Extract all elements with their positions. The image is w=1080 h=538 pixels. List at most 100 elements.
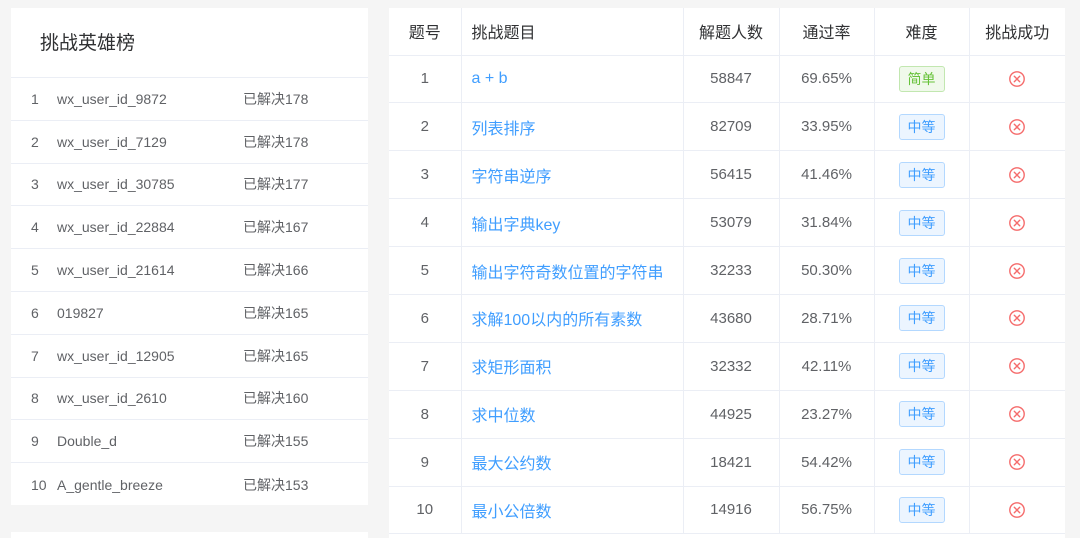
leaderboard-solved-count: 已解决178 [243, 90, 309, 107]
problem-solvers: 32233 [683, 246, 780, 295]
problem-title-link[interactable]: 求矩形面积 [472, 360, 552, 377]
problem-success-cell [969, 198, 1065, 248]
x-circle-icon [1009, 214, 1026, 231]
problem-pass-rate: 56.75% [779, 486, 875, 535]
problem-title-cell: a + b [461, 55, 684, 104]
x-circle-icon [1009, 502, 1026, 518]
problem-difficulty-cell: 中等 [874, 102, 970, 152]
leaderboard-row[interactable]: 10 A_gentle_breeze 已解决153 [11, 463, 368, 506]
leaderboard-row[interactable]: 9 Double_d 已解决155 [11, 420, 368, 464]
problem-title-cell: 字符串逆序 [461, 150, 684, 200]
problem-difficulty-cell: 简单 [874, 55, 970, 104]
problem-title-link[interactable]: a + b [472, 70, 508, 87]
leaderboard-footer-panel [11, 532, 368, 538]
problem-title-link[interactable]: 字符串逆序 [472, 169, 552, 186]
leaderboard-username[interactable]: wx_user_id_21614 [57, 262, 243, 278]
problem-solvers: 14916 [683, 486, 780, 535]
problem-pass-rate: 41.46% [779, 150, 875, 200]
difficulty-tag: 中等 [898, 353, 945, 380]
problem-pass-rate: 50.30% [779, 246, 875, 295]
x-circle-icon [1009, 406, 1026, 423]
difficulty-tag: 中等 [898, 305, 945, 332]
leaderboard-solved-count: 已解决153 [243, 476, 309, 493]
problem-pass-rate: 31.84% [779, 198, 875, 248]
leaderboard-username[interactable]: wx_user_id_9872 [57, 91, 243, 107]
page: 挑战英雄榜 1 wx_user_id_9872 已解决178 2 wx_user_id_… [0, 0, 1080, 538]
problem-rows: 1 a + b 58847 69.65% 简单 2 列表排序 82709 33.95% 中等 3 字符… [389, 55, 1065, 535]
leaderboard-rank: 8 [31, 390, 39, 407]
problem-title-link[interactable]: 最小公倍数 [472, 504, 552, 521]
problem-pass-rate: 23.27% [779, 390, 875, 439]
leaderboard-solved-count: 已解决160 [243, 390, 309, 407]
problem-title-cell: 求解100以内的所有素数 [461, 294, 684, 343]
leaderboard-rank: 4 [31, 219, 39, 236]
difficulty-tag: 中等 [898, 496, 945, 523]
problem-title-link[interactable]: 求中位数 [472, 408, 536, 425]
problem-difficulty-cell: 中等 [874, 198, 970, 248]
problem-difficulty-cell: 中等 [874, 390, 970, 439]
problem-success-cell [969, 246, 1065, 295]
x-circle-icon [1009, 71, 1026, 87]
leaderboard-username[interactable]: wx_user_id_12905 [57, 348, 243, 364]
difficulty-tag: 中等 [898, 257, 945, 284]
leaderboard-username[interactable]: wx_user_id_30785 [57, 176, 243, 192]
problem-title-link[interactable]: 列表排序 [472, 121, 536, 138]
difficulty-tag: 中等 [898, 209, 945, 236]
leaderboard-row[interactable]: 2 wx_user_id_7129 已解决178 [11, 121, 368, 164]
problem-success-cell [969, 55, 1065, 104]
header-solvers[interactable]: 解题人数 [683, 8, 780, 56]
problem-difficulty-cell: 中等 [874, 486, 970, 535]
leaderboard-list: 1 wx_user_id_9872 已解决178 2 wx_user_id_7129 已解… [11, 78, 368, 506]
leaderboard-row[interactable]: 1 wx_user_id_9872 已解决178 [11, 78, 368, 121]
problem-solvers: 43680 [683, 294, 780, 343]
leaderboard-username[interactable]: wx_user_id_22884 [57, 219, 243, 235]
problem-success-cell [969, 342, 1065, 391]
leaderboard-rank: 7 [31, 347, 39, 364]
header-pass-rate[interactable]: 通过率 [779, 8, 875, 56]
problem-difficulty-cell: 中等 [874, 438, 970, 487]
leaderboard-row[interactable]: 7 wx_user_id_12905 已解决165 [11, 335, 368, 378]
x-circle-icon [1009, 310, 1026, 327]
problem-title-link[interactable]: 最大公约数 [472, 456, 552, 473]
problem-table: 题号 挑战题目 解题人数 通过率 难度 挑战成功 1 a + b 58847 69.6… [389, 8, 1065, 535]
leaderboard-solved-count: 已解决167 [243, 219, 309, 236]
leaderboard-username[interactable]: wx_user_id_7129 [57, 134, 243, 150]
problem-title-link[interactable]: 求解100以内的所有素数 [472, 312, 643, 329]
problem-difficulty-cell: 中等 [874, 294, 970, 343]
problem-pass-rate: 54.42% [779, 438, 875, 487]
header-success[interactable]: 挑战成功 [969, 8, 1065, 56]
problem-num: 6 [389, 294, 462, 343]
leaderboard-username[interactable]: wx_user_id_2610 [57, 390, 243, 406]
leaderboard-solved-count: 已解决177 [243, 176, 309, 193]
table-row: 8 求中位数 44925 23.27% 中等 [389, 390, 1065, 439]
table-row: 9 最大公约数 18421 54.42% 中等 [389, 438, 1065, 487]
problem-title-link[interactable]: 输出字典key [472, 217, 561, 234]
leaderboard-row[interactable]: 8 wx_user_id_2610 已解决160 [11, 378, 368, 421]
table-row: 5 输出字符奇数位置的字符串 32233 50.30% 中等 [389, 246, 1065, 295]
problem-title-cell: 求矩形面积 [461, 342, 684, 391]
leaderboard-solved-count: 已解决165 [243, 347, 309, 364]
difficulty-tag: 简单 [898, 65, 945, 92]
leaderboard-solved-count: 已解决178 [243, 133, 309, 150]
header-num[interactable]: 题号 [389, 8, 462, 56]
problem-solvers: 44925 [683, 390, 780, 439]
leaderboard-username[interactable]: 019827 [57, 305, 243, 321]
header-title[interactable]: 挑战题目 [461, 8, 684, 56]
problem-num: 10 [389, 486, 462, 535]
problem-title-link[interactable]: 输出字符奇数位置的字符串 [472, 265, 664, 282]
problem-solvers: 58847 [683, 55, 780, 104]
problem-pass-rate: 33.95% [779, 102, 875, 152]
leaderboard-username[interactable]: Double_d [57, 433, 243, 449]
leaderboard-username[interactable]: A_gentle_breeze [57, 477, 243, 493]
leaderboard-row[interactable]: 6 019827 已解决165 [11, 292, 368, 335]
x-circle-icon [1009, 454, 1026, 470]
difficulty-tag: 中等 [898, 113, 945, 140]
leaderboard-row[interactable]: 4 wx_user_id_22884 已解决167 [11, 206, 368, 250]
table-row: 4 输出字典key 53079 31.84% 中等 [389, 198, 1065, 248]
leaderboard-rank: 9 [31, 433, 39, 450]
header-difficulty[interactable]: 难度 [874, 8, 970, 56]
leaderboard-row[interactable]: 5 wx_user_id_21614 已解决166 [11, 249, 368, 292]
problem-table-panel: 题号 挑战题目 解题人数 通过率 难度 挑战成功 1 a + b 58847 69.6… [389, 8, 1065, 538]
difficulty-tag: 中等 [898, 161, 945, 188]
leaderboard-row[interactable]: 3 wx_user_id_30785 已解决177 [11, 164, 368, 207]
